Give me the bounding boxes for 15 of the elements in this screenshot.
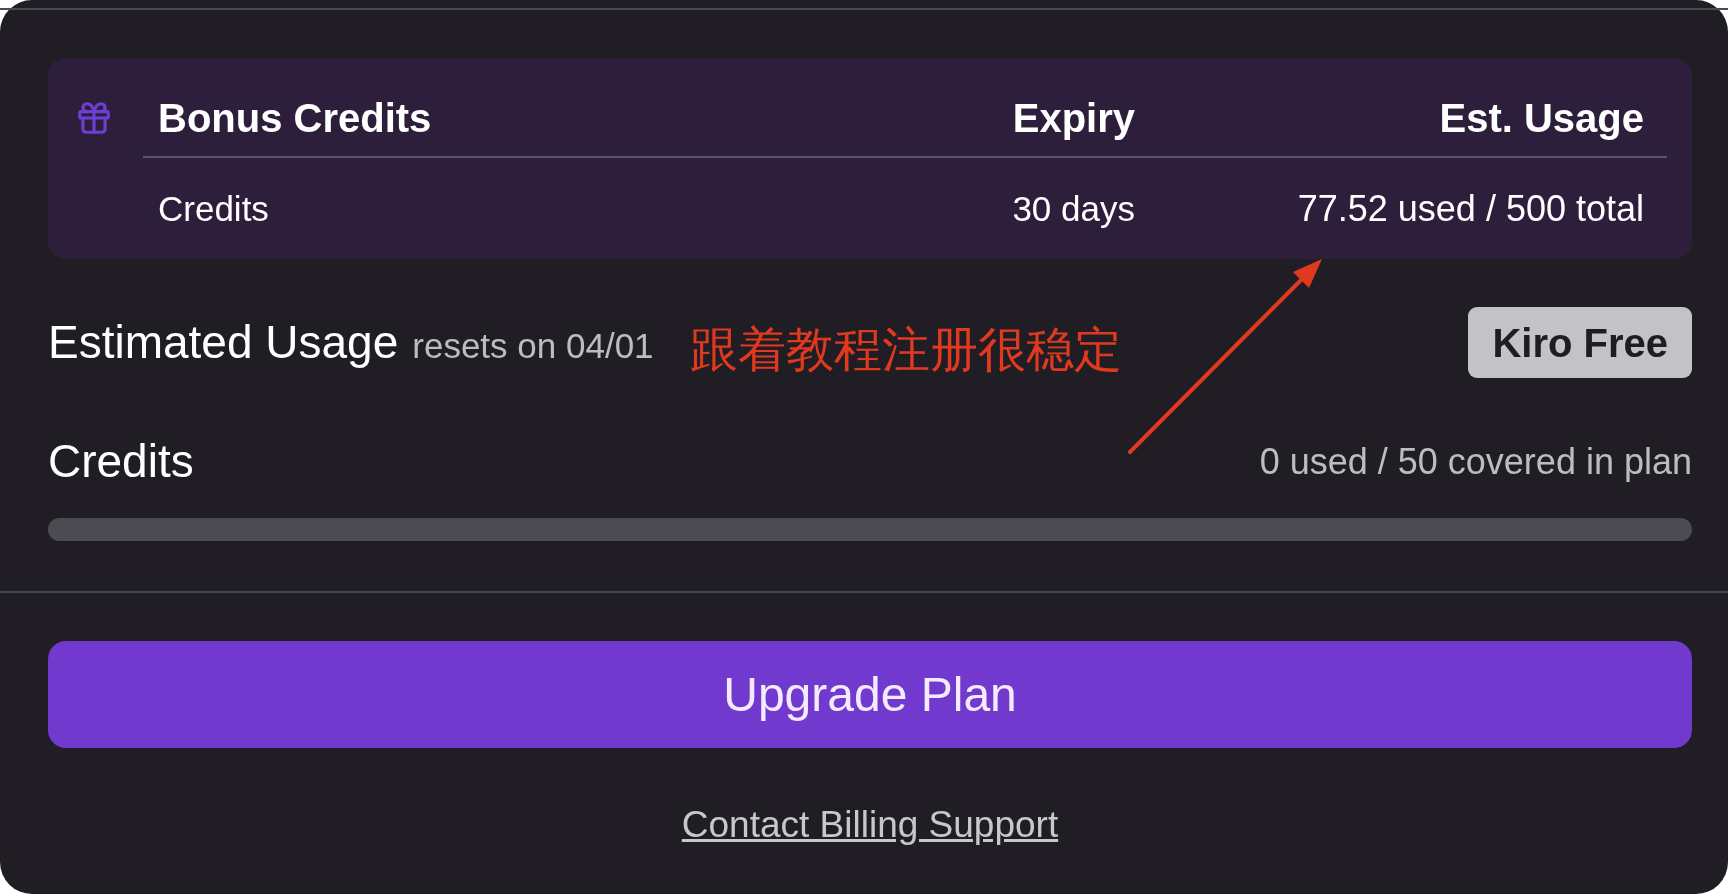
billing-support-link[interactable]: Contact Billing Support <box>681 802 1059 847</box>
section-title: Estimated Usage <box>48 315 399 370</box>
table-cell: 77.52 used / 500 total <box>1297 187 1644 231</box>
column-header: Expiry <box>1012 95 1135 142</box>
gift-icon <box>75 99 113 137</box>
credits-title: Credits <box>48 434 194 489</box>
column-header: Bonus Credits <box>158 95 432 142</box>
usage-reading: 0 used / 50 covered in plan <box>1259 439 1692 484</box>
plan-badge: Kiro Free <box>1468 307 1692 378</box>
upgrade-plan-button[interactable]: Upgrade Plan <box>48 641 1692 748</box>
table-cell-text: 30 days <box>1012 188 1135 230</box>
table-cell-text: Credits <box>158 188 269 230</box>
annotation-text: 跟着教程注册很稳定 <box>690 322 1122 378</box>
reset-date-text: resets on 04/01 <box>412 325 654 367</box>
column-header: Est. Usage <box>1439 95 1644 142</box>
